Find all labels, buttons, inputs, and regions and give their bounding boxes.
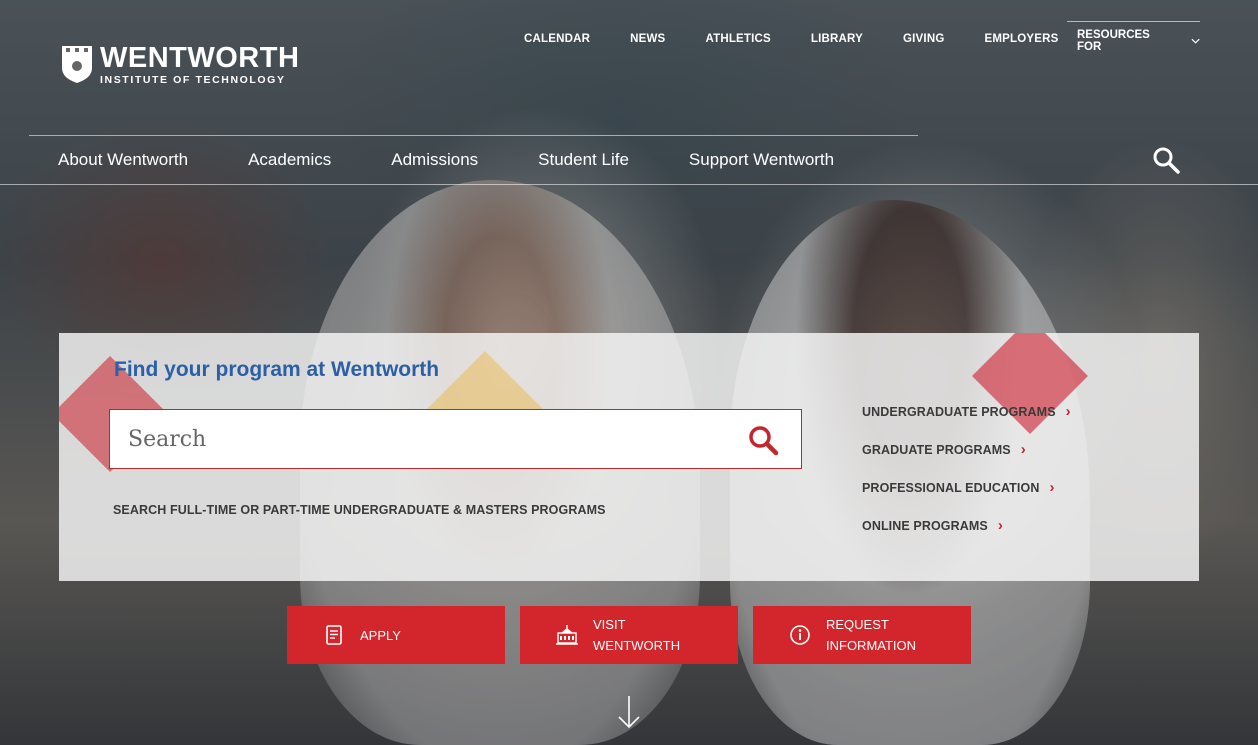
logo-subtitle: INSTITUTE OF TECHNOLOGY — [100, 74, 286, 86]
arrow-down-icon[interactable] — [617, 695, 641, 729]
resources-for-label: RESOURCES FOR — [1077, 28, 1150, 53]
apply-button[interactable]: APPLY — [287, 606, 505, 664]
utility-link-employers[interactable]: EMPLOYERS — [964, 33, 1078, 45]
document-icon — [326, 625, 342, 645]
program-search-input[interactable] — [110, 410, 730, 468]
building-icon — [556, 625, 578, 645]
finder-note: SEARCH FULL-TIME OR PART-TIME UNDERGRADU… — [113, 503, 606, 517]
nav-divider — [0, 184, 1258, 185]
chevron-down-icon — [1191, 38, 1200, 44]
nav-item-academics[interactable]: Academics — [248, 150, 331, 170]
search-icon[interactable] — [1152, 146, 1180, 174]
utility-link-athletics[interactable]: ATHLETICS — [685, 33, 790, 45]
nav-item-support[interactable]: Support Wentworth — [689, 150, 834, 170]
request-information-button[interactable]: REQUEST INFORMATION — [753, 606, 971, 664]
nav-item-about[interactable]: About Wentworth — [58, 150, 188, 170]
chevron-right-icon: › — [1020, 441, 1026, 458]
link-professional-education[interactable]: PROFESSIONAL EDUCATION › — [862, 479, 1071, 517]
shield-logo-icon — [62, 46, 92, 83]
program-search-box — [109, 409, 802, 469]
apply-label: APPLY — [360, 627, 401, 643]
chevron-right-icon: › — [997, 517, 1003, 534]
program-links: UNDERGRADUATE PROGRAMS › GRADUATE PROGRAM… — [862, 403, 1071, 555]
visit-wentworth-button[interactable]: VISIT WENTWORTH — [520, 606, 738, 664]
search-submit-icon[interactable] — [747, 424, 779, 456]
main-nav: About Wentworth Academics Admissions Stu… — [58, 150, 894, 170]
link-label: ONLINE PROGRAMS — [862, 519, 988, 533]
link-label: GRADUATE PROGRAMS — [862, 443, 1011, 457]
utility-link-library[interactable]: LIBRARY — [791, 33, 883, 45]
chevron-right-icon: › — [1049, 479, 1055, 496]
utility-link-calendar[interactable]: CALENDAR — [504, 33, 610, 45]
request-info-label: REQUEST INFORMATION — [826, 617, 917, 653]
info-icon — [790, 625, 810, 645]
nav-item-admissions[interactable]: Admissions — [391, 150, 478, 170]
resources-for-dropdown[interactable]: RESOURCES FOR — [1067, 21, 1200, 59]
nav-item-student-life[interactable]: Student Life — [538, 150, 629, 170]
utility-link-giving[interactable]: GIVING — [883, 33, 964, 45]
link-label: PROFESSIONAL EDUCATION — [862, 481, 1040, 495]
link-undergraduate-programs[interactable]: UNDERGRADUATE PROGRAMS › — [862, 403, 1071, 441]
logo-wordmark: WENTWORTH — [100, 42, 300, 74]
visit-label: VISIT WENTWORTH — [593, 617, 681, 653]
link-graduate-programs[interactable]: GRADUATE PROGRAMS › — [862, 441, 1071, 479]
link-online-programs[interactable]: ONLINE PROGRAMS › — [862, 517, 1071, 555]
wentworth-logo[interactable]: WENTWORTH INSTITUTE OF TECHNOLOGY — [60, 44, 299, 86]
utility-nav: CALENDAR NEWS ATHLETICS LIBRARY GIVING E… — [504, 33, 1079, 45]
utility-link-news[interactable]: NEWS — [610, 33, 685, 45]
nav-divider — [29, 135, 918, 136]
finder-title: Find your program at Wentworth — [114, 358, 440, 381]
link-label: UNDERGRADUATE PROGRAMS — [862, 405, 1056, 419]
program-finder-panel: Find your program at Wentworth SEARCH FU… — [59, 333, 1199, 581]
chevron-right-icon: › — [1065, 403, 1071, 420]
